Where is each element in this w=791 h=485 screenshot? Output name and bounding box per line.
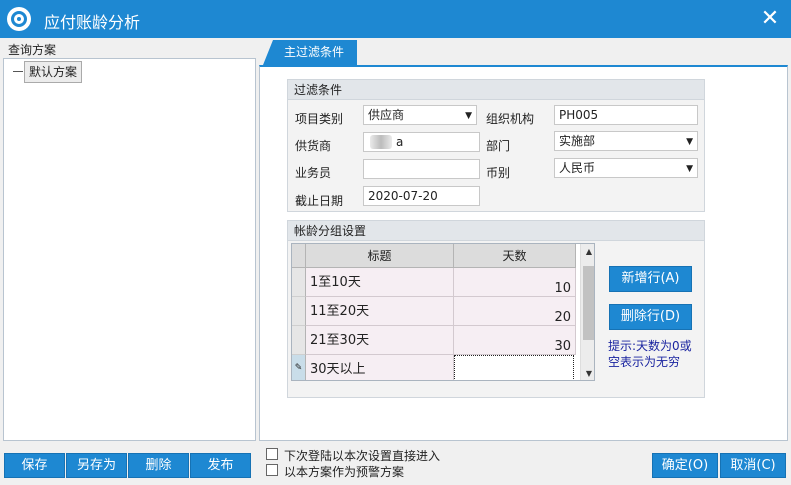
- aging-hint-text: 提示:天数为0或空表示为无穷: [608, 339, 692, 369]
- currency-select[interactable]: 人民币: [554, 158, 698, 178]
- table-row-days[interactable]: 10: [454, 268, 576, 297]
- item-type-select[interactable]: 供应商: [363, 105, 477, 125]
- window-title: 应付账龄分析: [44, 13, 141, 32]
- scroll-down-icon[interactable]: ▼: [581, 366, 594, 380]
- dept-label: 部门: [486, 139, 511, 153]
- tree-connector: [13, 71, 23, 72]
- cutoff-date-label: 截止日期: [295, 194, 344, 208]
- supplier-value: a: [396, 135, 404, 149]
- table-row-title[interactable]: 1至10天: [306, 268, 454, 297]
- filter-group: 过滤条件 项目类别 供应商 组织机构 PH005 供货商 a 部门 实施部 业务…: [287, 79, 705, 212]
- scroll-thumb[interactable]: [583, 266, 594, 340]
- close-icon[interactable]: ✕: [757, 6, 783, 32]
- item-type-value: 供应商: [368, 108, 405, 122]
- supplier-label: 供货商: [295, 139, 332, 153]
- org-label: 组织机构: [486, 112, 535, 126]
- publish-button[interactable]: 发布: [190, 453, 251, 478]
- app-logo-icon: [7, 7, 31, 31]
- checkbox-box[interactable]: [266, 448, 278, 460]
- tab-main-filter[interactable]: 主过滤条件: [263, 40, 357, 65]
- column-header-days[interactable]: 天数: [454, 244, 576, 268]
- table-row-days[interactable]: 30: [454, 326, 576, 355]
- table-row-title[interactable]: 21至30天: [306, 326, 454, 355]
- query-scheme-tree: 默认方案: [3, 58, 256, 441]
- aging-group-title: 帐龄分组设置: [288, 221, 704, 241]
- cancel-button[interactable]: 取消(C): [720, 453, 786, 478]
- supplier-input[interactable]: a: [363, 132, 480, 152]
- currency-label: 币别: [486, 166, 511, 180]
- aging-group: 帐龄分组设置 标题 天数 ✎ 1至10天 10 11至20天 20 21至30天…: [287, 220, 705, 398]
- checkbox-direct-label: 下次登陆以本次设置直接进入: [284, 449, 441, 463]
- scroll-up-icon[interactable]: ▲: [581, 244, 594, 260]
- table-row-days-editing[interactable]: [454, 355, 574, 380]
- dialog-body: 查询方案 默认方案 主过滤条件 过滤条件 项目类别 供应商 组织机构 PH005…: [0, 38, 791, 485]
- salesman-label: 业务员: [295, 166, 332, 180]
- title-bar: 应付账龄分析 ✕: [0, 0, 791, 38]
- item-type-label: 项目类别: [295, 112, 344, 126]
- row-header[interactable]: [292, 326, 306, 355]
- currency-value: 人民币: [559, 161, 596, 175]
- save-button[interactable]: 保存: [4, 453, 65, 478]
- dept-select[interactable]: 实施部: [554, 131, 698, 151]
- query-scheme-header: 查询方案: [8, 43, 57, 57]
- salesman-input[interactable]: [363, 159, 480, 179]
- table-row-days[interactable]: 20: [454, 297, 576, 326]
- redacted-text: [370, 135, 392, 149]
- tree-item-default-scheme[interactable]: 默认方案: [24, 61, 83, 83]
- ok-button[interactable]: 确定(O): [652, 453, 718, 478]
- add-row-button[interactable]: 新增行(A): [609, 266, 692, 292]
- row-edit-pencil-icon[interactable]: ✎: [292, 355, 306, 380]
- aging-grid[interactable]: 标题 天数 ✎ 1至10天 10 11至20天 20 21至30天 30 30天…: [291, 243, 595, 381]
- grid-corner: [292, 244, 306, 268]
- row-header[interactable]: [292, 268, 306, 297]
- row-header[interactable]: [292, 297, 306, 326]
- checkbox-warning-label: 以本方案作为预警方案: [284, 465, 405, 479]
- delete-row-button[interactable]: 删除行(D): [609, 304, 692, 330]
- column-header-title[interactable]: 标题: [306, 244, 454, 268]
- dept-value: 实施部: [559, 134, 596, 148]
- tab-panel: 过滤条件 项目类别 供应商 组织机构 PH005 供货商 a 部门 实施部 业务…: [259, 65, 788, 441]
- save-as-button[interactable]: 另存为: [66, 453, 127, 478]
- checkbox-box[interactable]: [266, 464, 278, 476]
- filter-group-title: 过滤条件: [288, 80, 704, 100]
- filter-area: 主过滤条件 过滤条件 项目类别 供应商 组织机构 PH005 供货商 a 部门 …: [259, 38, 788, 441]
- org-input[interactable]: PH005: [554, 105, 698, 125]
- cutoff-date-input[interactable]: 2020-07-20: [363, 186, 480, 206]
- table-row-title[interactable]: 30天以上: [306, 355, 454, 380]
- grid-scrollbar[interactable]: ▲ ▼: [580, 244, 594, 380]
- delete-button[interactable]: 删除: [128, 453, 189, 478]
- table-row-title[interactable]: 11至20天: [306, 297, 454, 326]
